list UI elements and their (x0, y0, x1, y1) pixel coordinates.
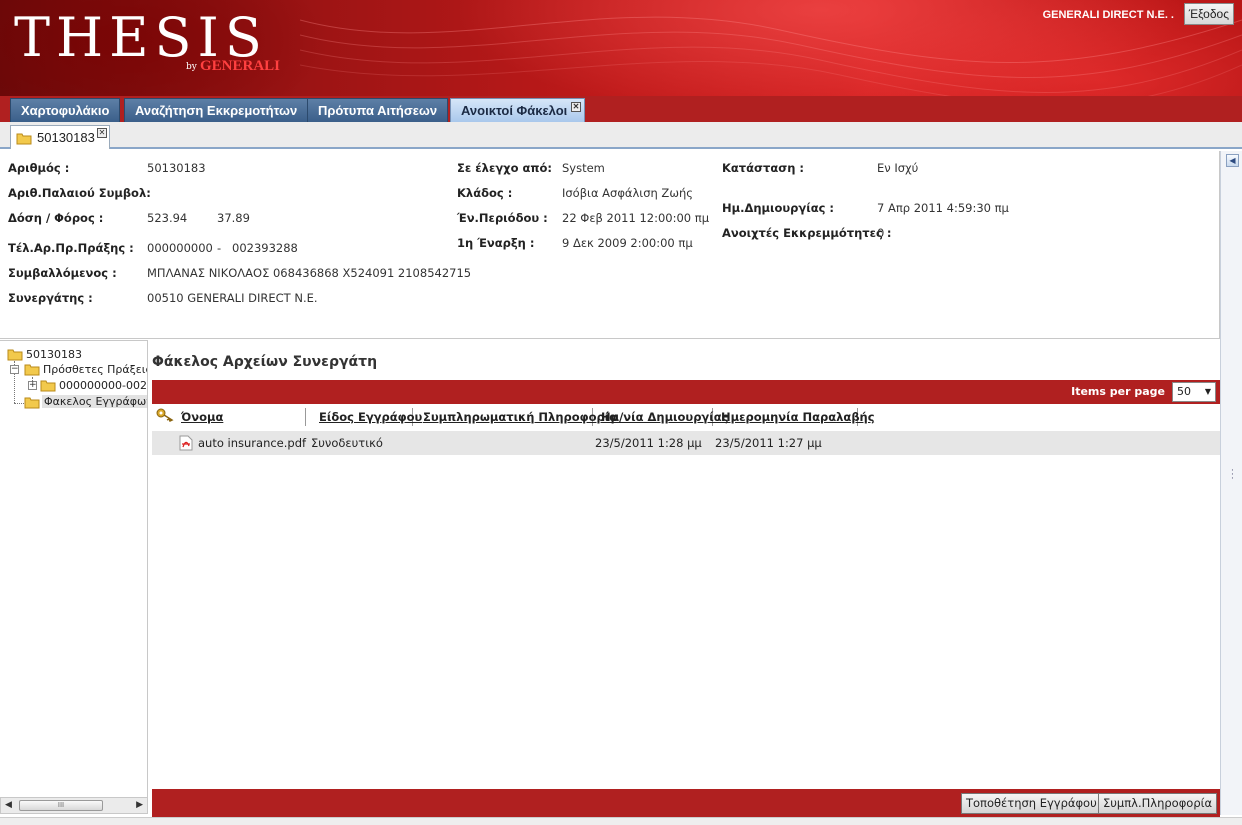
column-header-receipt-date[interactable]: Ημερομηνία Παραλαβής (721, 408, 875, 426)
partner-value: 00510 GENERALI DIRECT N.E. (147, 291, 318, 305)
period-renewal-label: Έν.Περιόδου : (457, 211, 548, 225)
items-per-page-select[interactable]: 50 ▼ (1172, 382, 1216, 402)
column-header-creation-date[interactable]: Ημ/νία Δημιουργίας (601, 408, 728, 426)
last-act-value-b: 002393288 (232, 241, 298, 255)
period-renewal-value: 22 Φεβ 2011 12:00:00 πμ (562, 211, 710, 225)
logo-by: by (186, 62, 197, 72)
policy-number-value: 50130183 (147, 161, 206, 175)
document-created-date: 23/5/2011 1:28 μμ (595, 436, 702, 450)
table-row[interactable]: auto insurance.pdf Συνοδευτικό 23/5/2011… (152, 431, 1220, 455)
documents-action-bar: Τοποθέτηση Εγγράφου Συμπλ.Πληροφορία (152, 789, 1220, 817)
folder-icon (24, 364, 40, 376)
last-act-value-a: 000000000 (147, 241, 213, 255)
status-label: Κατάσταση : (722, 161, 804, 175)
documents-toolbar: Items per page 50 ▼ (152, 380, 1220, 404)
scroll-left-icon[interactable]: ◀ (5, 800, 12, 810)
column-header-name[interactable]: Όνομα (181, 408, 306, 426)
branch-label: Κλάδος : (457, 186, 513, 200)
document-received-date: 23/5/2011 1:27 μμ (715, 436, 822, 450)
pdf-icon (179, 435, 193, 451)
creation-date-label: Ημ.Δημιουργίας : (722, 201, 835, 215)
open-pending-label: Ανοιχτές Εκκρεμμότητες : (722, 226, 892, 240)
logo-brand: GENERALI (200, 58, 281, 74)
tree-node-documents-folder[interactable]: Φακελος Εγγράφων Σ (42, 395, 147, 408)
policy-number-label: Αριθμός : (8, 161, 70, 175)
tree-connector (14, 403, 24, 404)
tab-application-templates[interactable]: Πρότυπα Αιτήσεων (307, 98, 449, 122)
folder-tab-label: 50130183 (37, 130, 95, 145)
expand-tree-node-icon[interactable]: + (28, 381, 37, 390)
folder-tab-bar: 50130183 ✕ (0, 122, 1242, 149)
folder-icon (16, 133, 32, 145)
checked-by-label: Σε έλεγχο από: (457, 161, 552, 175)
main-tab-bar: Χαρτοφυλάκιο Αναζήτηση Εκκρεμοτήτων Πρότ… (0, 96, 1242, 122)
additional-info-button[interactable]: Συμπλ.Πληροφορία (1098, 793, 1218, 814)
column-header-additional-info[interactable]: Συμπληρωματική Πληροφορία (423, 408, 617, 426)
right-collapse-strip: ◀ · · · (1220, 151, 1242, 815)
folder-icon (40, 380, 56, 392)
place-document-button[interactable]: Τοποθέτηση Εγγράφου (961, 793, 1102, 814)
close-icon[interactable]: ✕ (97, 128, 107, 138)
scrollbar-thumb[interactable]: III (19, 800, 103, 811)
documents-panel-title: Φάκελος Αρχείων Συνεργάτη (152, 354, 378, 370)
tab-open-folders[interactable]: Ανοικτοί Φάκελοι ✕ (450, 98, 585, 122)
folder-tree: 50130183 − Πρόσθετες Πράξεις + 000000000… (0, 340, 148, 797)
status-value: Εν Ισχύ (877, 161, 919, 175)
creation-date-value: 7 Απρ 2011 4:59:30 πμ (877, 201, 1009, 215)
collapse-icon[interactable]: ◀ (1226, 154, 1239, 167)
open-pending-value: 0 (877, 226, 885, 240)
tree-node-act[interactable]: 000000000-00239 (59, 379, 147, 392)
tax-value: 37.89 (217, 211, 250, 225)
document-name-link[interactable]: auto insurance.pdf (198, 436, 306, 450)
key-icon (156, 408, 174, 422)
tree-horizontal-scrollbar[interactable]: ◀ III ▶ (0, 797, 148, 814)
app-header: THESIS by GENERALI GENERALI DIRECT N.E. … (0, 0, 1242, 96)
tree-node-additional-acts[interactable]: Πρόσθετες Πράξεις (43, 363, 147, 376)
folder-icon (24, 397, 40, 409)
tab-portfolio[interactable]: Χαρτοφυλάκιο (10, 98, 121, 122)
document-type: Συνοδευτικό (311, 436, 383, 450)
folder-tab[interactable]: 50130183 ✕ (10, 125, 110, 149)
installment-value: 523.94 (147, 211, 188, 225)
checked-by-value: System (562, 161, 605, 175)
policy-info-panel: Αριθμός : 50130183 Αριθ.Παλαιού Συμβολ: … (0, 151, 1220, 339)
first-start-label: 1η Έναρξη : (457, 236, 535, 250)
partner-label: Συνεργάτης : (8, 291, 93, 305)
old-contract-label: Αριθ.Παλαιού Συμβολ: (8, 186, 151, 200)
folder-icon (7, 349, 23, 361)
close-icon[interactable]: ✕ (571, 102, 581, 112)
tab-pending-search[interactable]: Αναζήτηση Εκκρεμοτήτων (124, 98, 309, 122)
items-per-page-value: 50 (1177, 385, 1191, 398)
logout-button[interactable]: Έξοδος (1183, 3, 1234, 25)
tree-node-root[interactable]: 50130183 (26, 348, 82, 361)
chevron-down-icon: ▼ (1204, 387, 1211, 396)
contractor-label: Συμβαλλόμενος : (8, 266, 117, 280)
items-per-page-label: Items per page (1071, 385, 1165, 398)
first-start-value: 9 Δεκ 2009 2:00:00 πμ (562, 236, 693, 250)
last-act-label: Τέλ.Αρ.Πρ.Πράξης : (8, 241, 134, 255)
contractor-value: ΜΠΛΑΝΑΣ ΝΙΚΟΛΑΟΣ 068436868 Χ524091 21085… (147, 266, 472, 280)
last-act-separator: - (217, 241, 222, 255)
column-header-document-type[interactable]: Είδος Εγγράφου (319, 408, 422, 426)
installment-tax-label: Δόση / Φόρος : (8, 211, 104, 225)
current-user-name: GENERALI DIRECT N.E. . (1042, 9, 1174, 21)
splitter-grip[interactable]: · · · (1231, 467, 1234, 484)
status-bar (0, 817, 1242, 825)
collapse-tree-node-icon[interactable]: − (10, 365, 19, 374)
scroll-right-icon[interactable]: ▶ (136, 800, 143, 810)
branch-value: Ισόβια Ασφάλιση Ζωής (562, 186, 693, 200)
tab-open-folders-label: Ανοικτοί Φάκελοι (461, 103, 568, 118)
